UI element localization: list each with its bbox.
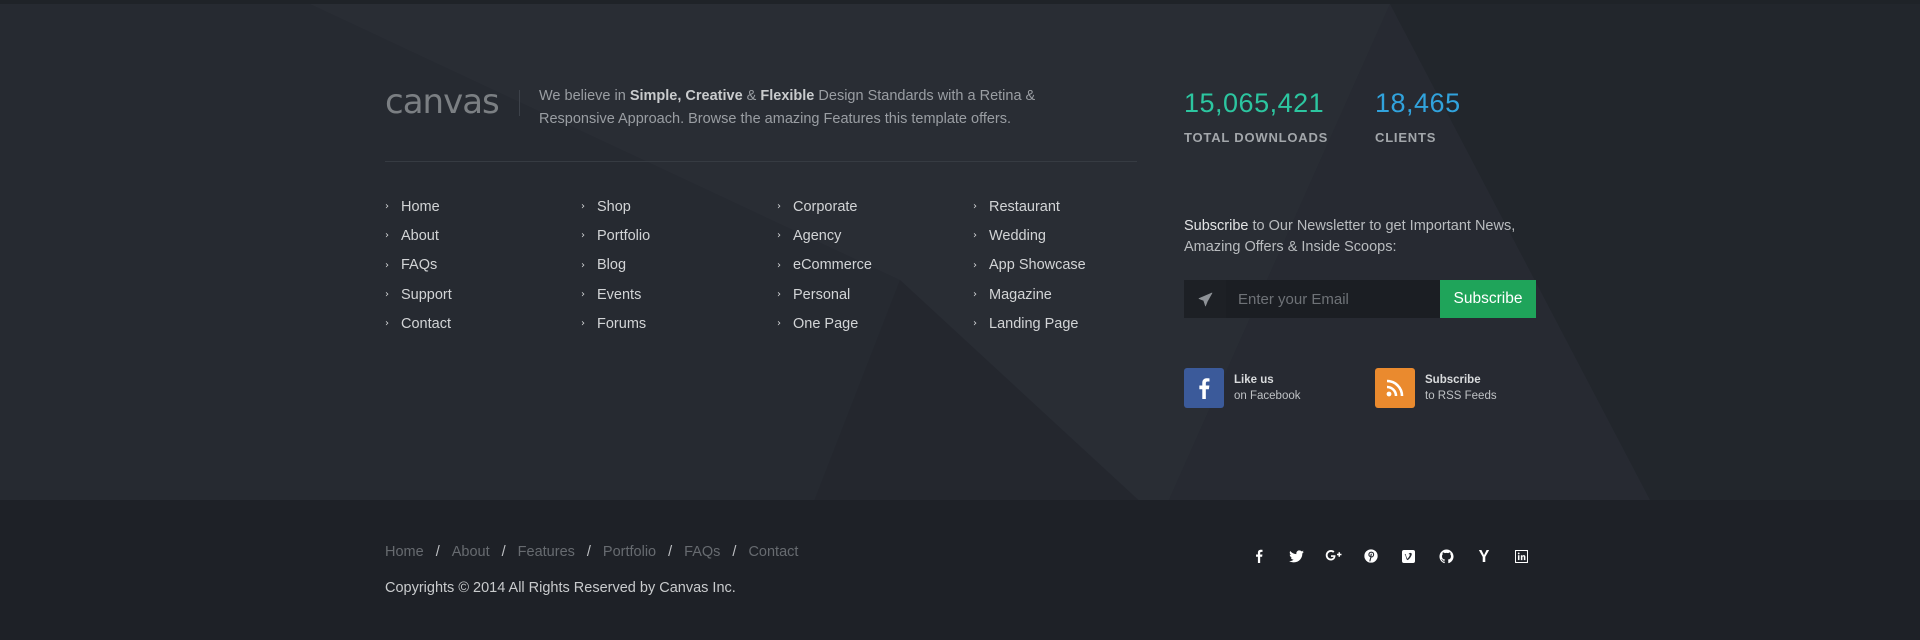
footer-widgets [0,4,1920,500]
angle-right-icon: › [973,259,977,271]
angle-right-icon: › [581,201,585,213]
angle-right-icon: › [385,259,389,271]
footer-link-home[interactable]: › Home [385,192,452,221]
angle-right-icon: › [581,230,585,242]
facebook-widget-text: Like us on Facebook [1234,374,1301,402]
copyright-link-home[interactable]: Home [385,544,424,560]
copyright-link-contact[interactable]: Contact [748,544,798,560]
social-icons [1240,545,1540,567]
link-separator: / [501,544,506,560]
angle-right-icon: › [973,318,977,330]
yahoo-icon[interactable] [1465,545,1503,567]
github-icon[interactable] [1428,545,1466,567]
angle-right-icon: › [581,289,585,301]
vimeo-icon[interactable] [1390,545,1428,567]
google-plus-icon[interactable] [1315,545,1353,567]
angle-right-icon: › [385,230,389,242]
footer-link-shop[interactable]: › Shop [581,192,650,221]
counter-clients: 18,465 CLIENTS [1375,86,1461,145]
links-column-1: › Home › About › FAQs › Support › Contact [385,192,452,338]
copyrights-bar [0,500,1920,640]
footer-link-ecommerce[interactable]: › eCommerce [777,251,872,280]
footer-link-one-page[interactable]: › One Page [777,309,872,338]
newsletter-text: Subscribe to Our Newsletter to get Impor… [1184,218,1516,255]
footer-link-landing-page[interactable]: › Landing Page [973,309,1086,338]
copyright-links: Home / About / Features / Portfolio / FA… [385,544,798,560]
footer-link-app-showcase[interactable]: › App Showcase [973,251,1086,280]
newsletter-subscribe-button[interactable]: Subscribe [1440,280,1536,318]
paper-plane-icon [1184,280,1226,318]
footer-link-corporate[interactable]: › Corporate [777,192,872,221]
footer-link-magazine[interactable]: › Magazine [973,280,1086,309]
linkedin-icon[interactable] [1503,545,1541,567]
angle-right-icon: › [581,318,585,330]
brand-divider [519,90,520,116]
footer-link-contact[interactable]: › Contact [385,309,452,338]
footer-link-wedding[interactable]: › Wedding [973,221,1086,250]
facebook-icon [1184,368,1224,408]
copyright-link-about[interactable]: About [452,544,490,560]
counter-label: CLIENTS [1375,130,1437,145]
angle-right-icon: › [973,230,977,242]
angle-right-icon: › [385,201,389,213]
angle-right-icon: › [385,318,389,330]
newsletter-email-input[interactable] [1226,280,1440,318]
angle-right-icon: › [777,259,781,271]
counter-label: TOTAL DOWNLOADS [1184,130,1329,145]
facebook-like-widget[interactable]: Like us on Facebook [1184,368,1301,408]
footer-link-forums[interactable]: › Forums [581,309,650,338]
twitter-icon[interactable] [1278,545,1316,567]
pinterest-icon[interactable] [1353,545,1391,567]
rss-widget-text: Subscribe to RSS Feeds [1425,374,1497,402]
copyright-text: Copyrights © 2014 All Rights Reserved by… [385,580,736,596]
counter-total-downloads: 15,065,421 TOTAL DOWNLOADS [1184,86,1328,145]
footer-divider [385,161,1137,162]
angle-right-icon: › [777,318,781,330]
footer-link-about[interactable]: › About [385,221,452,250]
angle-right-icon: › [581,259,585,271]
counter-value: 15,065,421 [1184,88,1325,118]
footer-link-support[interactable]: › Support [385,280,452,309]
link-separator: / [435,544,440,560]
facebook-icon[interactable] [1240,545,1278,567]
rss-icon [1375,368,1415,408]
footer-link-restaurant[interactable]: › Restaurant [973,192,1086,221]
angle-right-icon: › [777,230,781,242]
counter-value: 18,465 [1375,88,1461,118]
angle-right-icon: › [973,289,977,301]
newsletter-form: Subscribe [1184,280,1536,318]
canvas-logo[interactable]: canvas [385,82,500,122]
angle-right-icon: › [777,289,781,301]
links-column-2: › Shop › Portfolio › Blog › Events › Forums [581,192,650,338]
copyright-link-features[interactable]: Features [518,544,575,560]
link-separator: / [586,544,591,560]
footer-link-blog[interactable]: › Blog [581,251,650,280]
copyright-link-portfolio[interactable]: Portfolio [603,544,656,560]
footer-link-personal[interactable]: › Personal [777,280,872,309]
footer-link-portfolio[interactable]: › Portfolio [581,221,650,250]
copyright-link-faqs[interactable]: FAQs [684,544,720,560]
footer-tagline: We believe in Simple, Creative & Flexibl… [539,88,1036,127]
links-column-4: › Restaurant › Wedding › App Showcase › Maga… [973,192,1086,338]
footer-link-events[interactable]: › Events [581,280,650,309]
link-separator: / [732,544,737,560]
footer-link-agency[interactable]: › Agency [777,221,872,250]
angle-right-icon: › [385,289,389,301]
link-separator: / [668,544,673,560]
links-column-3: › Corporate › Agency › eCommerce › Personal … [777,192,872,338]
rss-subscribe-widget[interactable]: Subscribe to RSS Feeds [1375,368,1497,408]
footer-link-faqs[interactable]: › FAQs [385,251,452,280]
angle-right-icon: › [973,201,977,213]
angle-right-icon: › [777,201,781,213]
